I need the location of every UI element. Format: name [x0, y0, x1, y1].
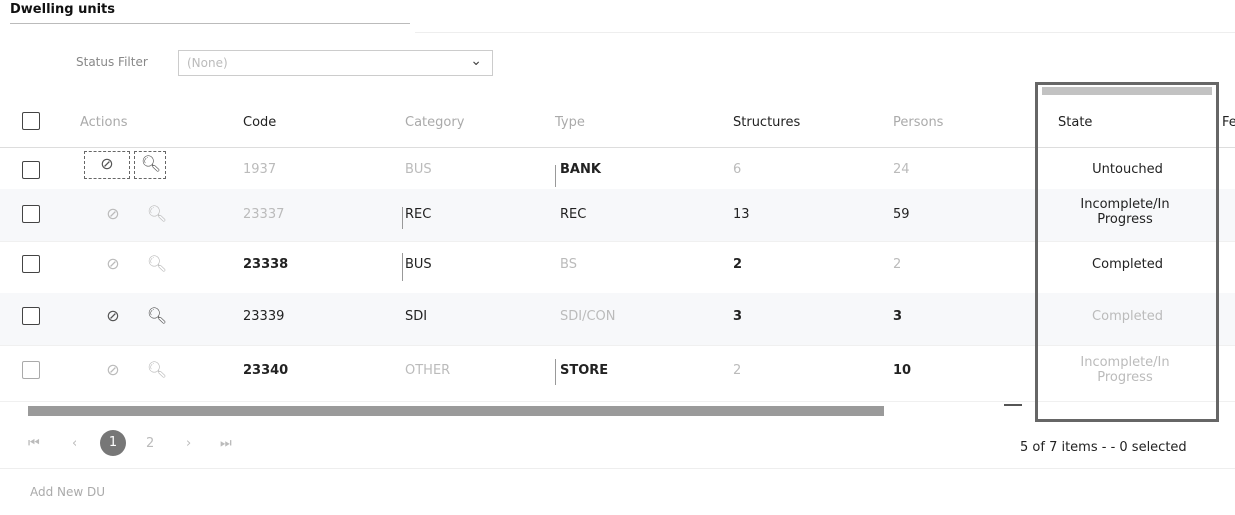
edit-circle-icon[interactable]: ⊘ — [102, 253, 124, 275]
header-type[interactable]: Type — [555, 115, 585, 130]
cell-structures: 6 — [733, 162, 742, 177]
next-page-icon[interactable]: › — [186, 436, 191, 451]
cell-divider — [402, 207, 403, 229]
scrollbar-end-mark — [1004, 404, 1022, 406]
page-title: Dwelling units — [10, 2, 115, 17]
cell-structures: 2 — [733, 257, 743, 272]
cell-type: REC — [560, 207, 587, 222]
state-column-highlight — [1035, 82, 1219, 422]
cell-structures: 2 — [733, 363, 742, 378]
cell-type: BS — [560, 257, 577, 272]
cell-code: 23339 — [243, 309, 285, 324]
state-highlight-bar — [1042, 87, 1212, 95]
cell-persons: 59 — [893, 207, 910, 222]
select-all-checkbox[interactable] — [22, 112, 40, 130]
cell-persons: 24 — [893, 162, 910, 177]
chevron-down-icon[interactable]: ⌄ — [470, 53, 482, 69]
cell-code: 23340 — [243, 363, 289, 378]
cell-code: 23338 — [243, 257, 289, 272]
edit-circle-icon[interactable]: ⊘ — [102, 203, 124, 225]
edit-circle-icon[interactable]: ⊘ — [102, 359, 124, 381]
prev-page-icon[interactable]: ‹ — [72, 436, 77, 451]
horizontal-scrollbar[interactable] — [28, 406, 884, 416]
row-checkbox[interactable] — [22, 255, 40, 273]
cell-category: BUS — [405, 257, 432, 272]
status-filter-value: (None) — [187, 56, 228, 70]
footer-divider — [0, 468, 1235, 469]
header-divider — [415, 32, 1235, 33]
header-code[interactable]: Code — [243, 115, 276, 130]
header-category[interactable]: Category — [405, 115, 464, 130]
items-summary: 5 of 7 items - - 0 selected — [1020, 440, 1187, 455]
magnifier-icon[interactable]: 🔍︎ — [146, 253, 168, 275]
magnifier-icon[interactable]: 🔍︎ — [146, 305, 168, 327]
cell-structures: 13 — [733, 207, 750, 222]
first-page-icon[interactable]: ⏮ — [28, 436, 40, 451]
magnifier-icon[interactable]: 🔍︎ — [146, 359, 168, 381]
cell-structures: 3 — [733, 309, 743, 324]
row-checkbox[interactable] — [22, 161, 40, 179]
header-actions: Actions — [80, 115, 128, 130]
header-structures[interactable]: Structures — [733, 115, 800, 130]
cell-type: SDI/CON — [560, 309, 616, 324]
magnifier-icon[interactable]: 🔍︎ — [146, 203, 168, 225]
cell-divider — [555, 359, 556, 385]
cell-category: SDI — [405, 309, 428, 324]
title-divider — [10, 23, 410, 24]
header-persons[interactable]: Persons — [893, 115, 943, 130]
cell-type: STORE — [560, 363, 609, 378]
cell-persons: 10 — [893, 363, 912, 378]
magnifier-icon[interactable]: 🔍︎ — [140, 153, 162, 175]
page-1-button[interactable]: 1 — [100, 430, 126, 456]
header-overflow: Fe — [1222, 115, 1235, 130]
cell-type: BANK — [560, 162, 601, 177]
cell-persons: 3 — [893, 309, 903, 324]
cell-code: 1937 — [243, 162, 277, 177]
cell-divider — [555, 165, 556, 187]
cell-category: BUS — [405, 162, 432, 177]
edit-circle-icon[interactable]: ⊘ — [96, 153, 118, 175]
cell-category: REC — [405, 207, 432, 222]
cell-category: OTHER — [405, 363, 451, 378]
page-2-button[interactable]: 2 — [146, 436, 154, 451]
status-filter-select[interactable]: (None) ⌄ — [178, 50, 493, 76]
edit-circle-icon[interactable]: ⊘ — [102, 305, 124, 327]
cell-code: 23337 — [243, 207, 285, 222]
row-checkbox[interactable] — [22, 205, 40, 223]
row-checkbox[interactable] — [22, 307, 40, 325]
cell-divider — [402, 253, 403, 281]
last-page-icon[interactable]: ⏭ — [220, 436, 232, 451]
cell-persons: 2 — [893, 257, 902, 272]
row-checkbox[interactable] — [22, 361, 40, 379]
add-new-du-button[interactable]: Add New DU — [30, 485, 105, 499]
status-filter-label: Status Filter — [76, 55, 148, 69]
